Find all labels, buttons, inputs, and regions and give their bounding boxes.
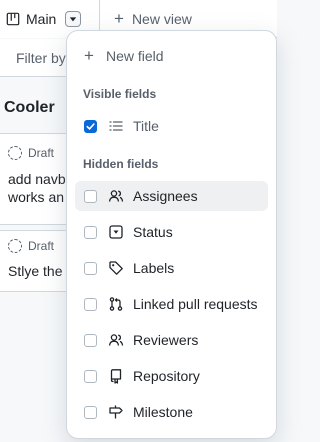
new-field-button[interactable]: + New field — [75, 41, 268, 71]
field-checkbox-assignees[interactable] — [84, 189, 97, 203]
view-options-button[interactable] — [65, 11, 82, 27]
card-title-line: works an — [8, 189, 65, 205]
field-item-milestone[interactable]: Milestone — [75, 397, 268, 427]
board-view-icon — [6, 12, 20, 26]
fields-menu: + New field Visible fields Title Hidden … — [66, 30, 277, 439]
new-field-label: New field — [106, 48, 164, 64]
draft-icon — [8, 146, 22, 160]
draft-label: Draft — [28, 239, 55, 253]
field-item-repository[interactable]: Repository — [75, 361, 268, 391]
hidden-fields-heading: Hidden fields — [83, 157, 159, 171]
field-item-linked-pull-requests[interactable]: Linked pull requests — [75, 289, 268, 319]
filter-input[interactable]: Filter by — [16, 50, 66, 66]
field-label-linked-pull-requests: Linked pull requests — [133, 296, 258, 312]
people-icon — [108, 332, 124, 348]
field-item-title[interactable]: Title — [75, 111, 268, 141]
field-label-title: Title — [133, 118, 159, 134]
column-title: Cooler — [4, 99, 55, 116]
field-checkbox-title[interactable] — [84, 119, 97, 133]
git-pull-request-icon — [108, 296, 124, 312]
field-checkbox-repository[interactable] — [84, 369, 97, 383]
triangle-down-icon — [70, 17, 77, 22]
plus-icon: + — [114, 9, 124, 28]
card-title-line: Stlye the — [8, 263, 63, 279]
field-item-assignees[interactable]: Assignees — [75, 181, 268, 211]
check-icon — [86, 122, 95, 130]
people-icon — [108, 188, 124, 204]
repo-icon — [108, 368, 124, 384]
field-checkbox-milestone[interactable] — [84, 405, 97, 419]
field-item-labels[interactable]: Labels — [75, 253, 268, 283]
field-checkbox-reviewers[interactable] — [84, 333, 97, 347]
card-title-line: add navb — [8, 171, 66, 187]
field-label-assignees: Assignees — [133, 188, 198, 204]
draft-status: Draft — [8, 146, 54, 160]
draft-label: Draft — [28, 146, 55, 160]
tag-icon — [108, 260, 124, 276]
card-title[interactable]: add navb works an — [8, 170, 66, 206]
field-item-reviewers[interactable]: Reviewers — [75, 325, 268, 355]
milestone-icon — [108, 404, 124, 420]
draft-icon — [8, 239, 22, 253]
card-title[interactable]: Stlye the — [8, 262, 62, 280]
field-label-labels: Labels — [133, 260, 175, 276]
plus-icon: + — [84, 46, 94, 65]
field-item-status[interactable]: Status — [75, 217, 268, 247]
tab-main-label: Main — [26, 11, 57, 27]
field-label-repository: Repository — [133, 368, 200, 384]
field-checkbox-linked-pull-requests[interactable] — [84, 297, 97, 311]
new-view-label: New view — [131, 11, 192, 27]
field-label-reviewers: Reviewers — [133, 332, 199, 348]
field-checkbox-labels[interactable] — [84, 261, 97, 275]
text-lines-icon — [108, 118, 124, 134]
single-select-icon — [108, 224, 124, 240]
draft-status: Draft — [8, 239, 54, 253]
field-checkbox-status[interactable] — [84, 225, 97, 239]
visible-fields-heading: Visible fields — [83, 87, 157, 101]
field-label-status: Status — [133, 224, 173, 240]
field-label-milestone: Milestone — [133, 404, 193, 420]
